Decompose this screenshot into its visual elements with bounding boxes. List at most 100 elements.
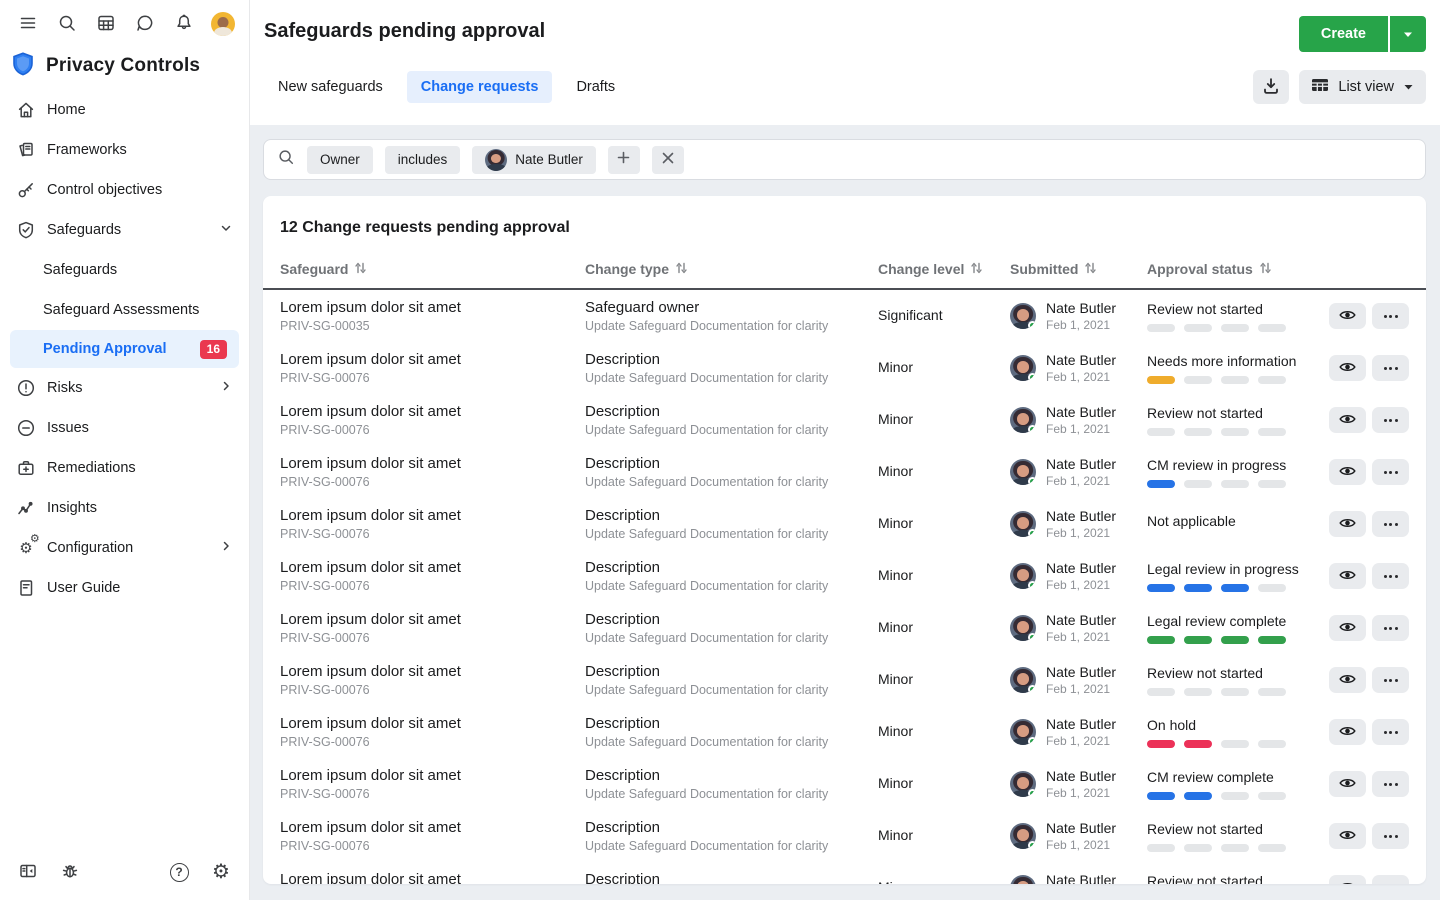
column-header-change-level[interactable]: Change level xyxy=(878,261,1010,277)
sidebar-item-home[interactable]: Home xyxy=(0,90,249,130)
apps-table-button[interactable] xyxy=(94,12,118,36)
notifications-button[interactable] xyxy=(172,12,196,36)
ellipsis-icon xyxy=(1384,419,1387,422)
approval-progress-bar xyxy=(1147,688,1329,696)
sidebar-item-safeguard-assessments[interactable]: Safeguard Assessments xyxy=(0,290,249,330)
row-menu-button[interactable] xyxy=(1372,563,1409,589)
menu-button[interactable] xyxy=(16,12,40,36)
sidebar-item-safeguards[interactable]: Safeguards xyxy=(0,210,249,250)
sidebar-item-configuration[interactable]: ⚙ Configuration xyxy=(0,528,249,568)
close-icon xyxy=(662,151,674,169)
view-button[interactable] xyxy=(1329,407,1366,433)
progress-pill xyxy=(1147,428,1175,436)
submitter-avatar xyxy=(1010,667,1036,693)
view-button[interactable] xyxy=(1329,459,1366,485)
page-header: Safeguards pending approval Create New s… xyxy=(250,0,1440,125)
filter-value-chip[interactable]: Nate Butler xyxy=(472,146,596,174)
column-header-safeguard[interactable]: Safeguard xyxy=(280,261,585,277)
sidebar-item-risks[interactable]: Risks xyxy=(0,368,249,408)
help-icon: ? xyxy=(170,863,189,882)
caret-down-icon xyxy=(1403,79,1414,95)
create-button[interactable]: Create xyxy=(1299,16,1388,52)
view-button[interactable] xyxy=(1329,667,1366,693)
sort-icon xyxy=(971,261,982,277)
view-button[interactable] xyxy=(1329,511,1366,537)
view-button[interactable] xyxy=(1329,719,1366,745)
bug-icon xyxy=(60,861,80,884)
row-menu-button[interactable] xyxy=(1372,771,1409,797)
sidebar-item-frameworks[interactable]: Frameworks xyxy=(0,130,249,170)
row-menu-button[interactable] xyxy=(1372,303,1409,329)
sidebar-item-pending-approval[interactable]: Pending Approval 16 xyxy=(10,330,239,368)
add-filter-button[interactable] xyxy=(608,146,640,174)
column-header-change-type[interactable]: Change type xyxy=(585,261,878,277)
sidebar-item-issues[interactable]: Issues xyxy=(0,408,249,448)
column-header-approval-status[interactable]: Approval status xyxy=(1147,261,1329,277)
sidebar-item-insights[interactable]: Insights xyxy=(0,488,249,528)
create-dropdown-button[interactable] xyxy=(1388,16,1426,52)
safeguard-title: Lorem ipsum dolor sit amet xyxy=(280,871,585,884)
view-button[interactable] xyxy=(1329,563,1366,589)
view-button[interactable] xyxy=(1329,615,1366,641)
row-menu-button[interactable] xyxy=(1372,823,1409,849)
row-menu-button[interactable] xyxy=(1372,355,1409,381)
progress-pill xyxy=(1184,688,1212,696)
tab-change-requests[interactable]: Change requests xyxy=(407,71,553,103)
table-row: Lorem ipsum dolor sit amet PRIV-SG-00076… xyxy=(263,862,1426,884)
submitter-avatar xyxy=(1010,303,1036,329)
approval-status-label: On hold xyxy=(1147,717,1329,733)
download-button[interactable] xyxy=(1253,70,1289,104)
row-menu-button[interactable] xyxy=(1372,511,1409,537)
sidebar-item-user-guide[interactable]: User Guide xyxy=(0,568,249,608)
approval-status-label: Not applicable xyxy=(1147,513,1329,529)
sidebar-item-safeguards-child[interactable]: Safeguards xyxy=(0,250,249,290)
progress-pill xyxy=(1147,636,1175,644)
messages-button[interactable] xyxy=(133,12,157,36)
view-button[interactable] xyxy=(1329,823,1366,849)
online-status-dot xyxy=(1028,633,1036,641)
progress-pill xyxy=(1147,324,1175,332)
filter-field-chip[interactable]: Owner xyxy=(307,146,373,174)
view-button[interactable] xyxy=(1329,771,1366,797)
view-button[interactable] xyxy=(1329,303,1366,329)
collapse-panel-button[interactable] xyxy=(16,860,40,884)
tab-drafts[interactable]: Drafts xyxy=(562,71,629,103)
ellipsis-icon xyxy=(1384,367,1387,370)
progress-pill xyxy=(1258,688,1286,696)
approval-status-label: Review not started xyxy=(1147,405,1329,421)
online-status-dot xyxy=(1028,373,1036,381)
change-description: Update Safeguard Documentation for clari… xyxy=(585,839,878,853)
view-button[interactable] xyxy=(1329,875,1366,884)
settings-button[interactable]: ⚙ xyxy=(209,860,233,884)
row-menu-button[interactable] xyxy=(1372,875,1409,884)
sidebar-item-control-objectives[interactable]: Control objectives xyxy=(0,170,249,210)
safeguard-title: Lorem ipsum dolor sit amet xyxy=(280,767,585,784)
approval-status-label: Review not started xyxy=(1147,821,1329,837)
filter-operator-chip[interactable]: includes xyxy=(385,146,461,174)
row-menu-button[interactable] xyxy=(1372,459,1409,485)
clear-filter-button[interactable] xyxy=(652,146,684,174)
progress-pill xyxy=(1258,740,1286,748)
view-switcher-button[interactable]: List view xyxy=(1299,70,1426,104)
sidebar: Privacy Controls Home Frameworks Control… xyxy=(0,0,250,900)
column-header-submitted[interactable]: Submitted xyxy=(1010,261,1147,277)
row-menu-button[interactable] xyxy=(1372,407,1409,433)
tab-new-safeguards[interactable]: New safeguards xyxy=(264,71,397,103)
search-icon xyxy=(57,13,77,36)
global-search-button[interactable] xyxy=(55,12,79,36)
view-button[interactable] xyxy=(1329,355,1366,381)
help-button[interactable]: ? xyxy=(167,860,191,884)
progress-pill xyxy=(1184,636,1212,644)
sidebar-item-remediations[interactable]: Remediations xyxy=(0,448,249,488)
minus-circle-icon xyxy=(16,418,36,438)
bug-report-button[interactable] xyxy=(58,860,82,884)
row-menu-button[interactable] xyxy=(1372,615,1409,641)
table-row: Lorem ipsum dolor sit amet PRIV-SG-00035… xyxy=(263,290,1426,342)
sort-icon xyxy=(1260,261,1271,277)
approval-progress-bar xyxy=(1147,740,1329,748)
row-menu-button[interactable] xyxy=(1372,667,1409,693)
progress-pill xyxy=(1221,428,1249,436)
row-menu-button[interactable] xyxy=(1372,719,1409,745)
profile-button[interactable] xyxy=(211,12,235,36)
progress-pill xyxy=(1258,844,1286,852)
